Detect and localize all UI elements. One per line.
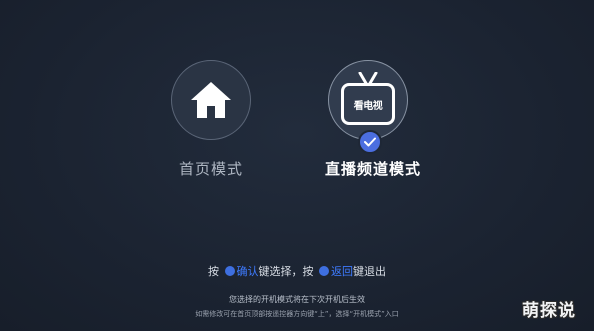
home-mode-option[interactable] — [171, 60, 251, 140]
live-channel-mode-option[interactable]: 看电视 — [328, 60, 408, 140]
live-channel-mode-label: 直播频道模式 — [324, 160, 421, 178]
effect-note: 您选择的开机模式将在下次开机后生效 — [229, 295, 365, 304]
selected-check-icon — [358, 130, 382, 154]
home-mode-label: 首页模式 — [178, 160, 243, 178]
boot-mode-screen: 首页模式 看电视 直播频道模式 按 确认键选择，按 返回键退出 您选择的开机模式… — [0, 0, 594, 331]
tv-icon: 看电视 — [341, 72, 395, 125]
back-key-icon — [319, 266, 329, 276]
tv-icon-text: 看电视 — [353, 100, 383, 112]
home-icon — [191, 82, 231, 118]
hint-confirm-key: 确认 — [236, 265, 259, 278]
hint-back-key: 返回 — [331, 265, 353, 278]
watermark: 萌探说 — [522, 301, 576, 321]
change-instructions: 如需修改可在首页顶部按遥控器方向键“上”，选择“开机模式”入口 — [195, 310, 399, 318]
hint-prefix: 按 — [208, 265, 219, 278]
key-hint: 按 确认键选择，按 返回键退出 — [0, 263, 594, 279]
hint-middle: 键选择，按 — [258, 265, 314, 278]
tv-antenna-icon — [358, 72, 378, 86]
hint-suffix: 键退出 — [353, 265, 386, 278]
ok-key-icon — [224, 266, 235, 276]
